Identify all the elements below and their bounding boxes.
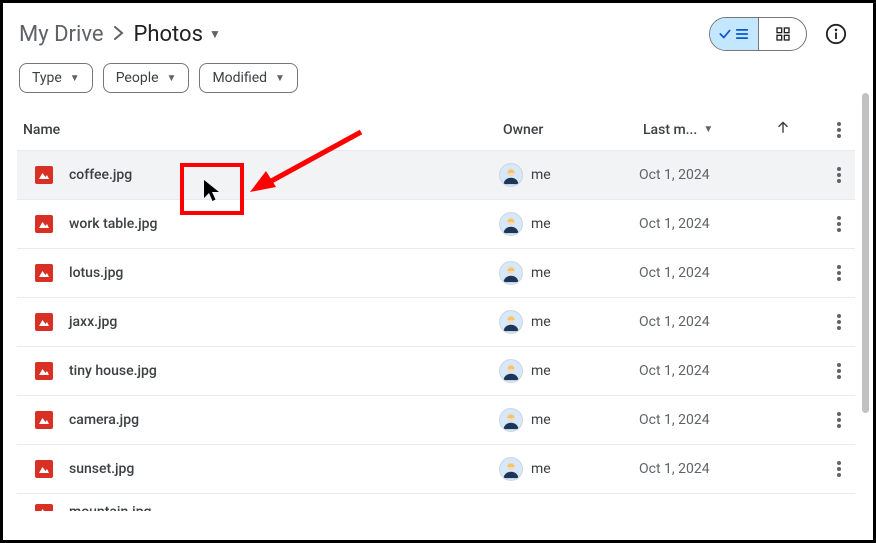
caret-down-icon: ▼: [70, 73, 80, 84]
file-name: lotus.jpg: [69, 265, 499, 281]
more-vert-icon: [837, 167, 841, 183]
column-header-owner[interactable]: Owner: [503, 122, 643, 138]
row-more-button[interactable]: [799, 363, 849, 379]
grid-icon: [775, 26, 791, 42]
image-file-icon: [35, 460, 53, 478]
file-owner: me: [531, 216, 551, 232]
chevron-right-icon: [114, 24, 124, 45]
breadcrumb-root[interactable]: My Drive: [19, 22, 104, 47]
file-modified: Oct 1, 2024: [639, 265, 799, 281]
image-file-icon: [35, 362, 53, 380]
filter-modified-label: Modified: [212, 70, 267, 86]
file-modified: Oct 1, 2024: [639, 216, 799, 232]
file-modified: Oct 1, 2024: [639, 461, 799, 477]
caret-down-icon: ▼: [167, 73, 177, 84]
image-file-icon: [35, 313, 53, 331]
caret-down-icon: ▼: [275, 73, 285, 84]
filter-people[interactable]: People ▼: [103, 63, 190, 93]
file-owner: me: [531, 363, 551, 379]
sort-direction[interactable]: [763, 119, 803, 140]
column-settings[interactable]: [803, 122, 849, 138]
file-owner: me: [531, 314, 551, 330]
arrow-up-icon: [776, 119, 790, 140]
avatar: [499, 359, 523, 383]
breadcrumb-current-label: Photos: [134, 22, 203, 47]
image-file-icon: [35, 411, 53, 429]
more-vert-icon: [837, 412, 841, 428]
caret-down-icon: ▼: [703, 124, 713, 135]
table-row[interactable]: mountain.jpg: [17, 493, 855, 511]
file-name: coffee.jpg: [69, 167, 499, 183]
breadcrumb-current[interactable]: Photos ▼: [134, 22, 221, 47]
table-row[interactable]: coffee.jpg me Oct 1, 2024: [17, 150, 855, 199]
file-owner: me: [531, 461, 551, 477]
check-icon: [718, 27, 732, 41]
image-file-icon: [35, 166, 53, 184]
avatar: [499, 408, 523, 432]
list-icon: [734, 27, 750, 41]
filter-modified[interactable]: Modified ▼: [199, 63, 298, 93]
more-vert-icon: [837, 122, 841, 138]
file-name: tiny house.jpg: [69, 363, 499, 379]
table-row[interactable]: lotus.jpg me Oct 1, 2024: [17, 248, 855, 297]
table-row[interactable]: work table.jpg me Oct 1, 2024: [17, 199, 855, 248]
file-name: jaxx.jpg: [69, 314, 499, 330]
more-vert-icon: [837, 363, 841, 379]
caret-down-icon: ▼: [209, 27, 221, 41]
column-header-name[interactable]: Name: [23, 122, 503, 138]
more-vert-icon: [837, 216, 841, 232]
scrollbar[interactable]: [862, 93, 869, 413]
more-vert-icon: [837, 461, 841, 477]
image-file-icon: [35, 264, 53, 282]
info-icon: [825, 23, 847, 45]
row-more-button[interactable]: [799, 265, 849, 281]
file-modified: Oct 1, 2024: [639, 363, 799, 379]
view-switch: [709, 17, 807, 51]
row-more-button[interactable]: [799, 461, 849, 477]
column-header-modified[interactable]: Last m... ▼: [643, 122, 763, 138]
breadcrumb: My Drive Photos ▼: [19, 22, 221, 47]
file-name: sunset.jpg: [69, 461, 499, 477]
file-modified: Oct 1, 2024: [639, 167, 799, 183]
grid-view-button[interactable]: [758, 18, 806, 50]
file-modified: Oct 1, 2024: [639, 314, 799, 330]
file-owner: me: [531, 167, 551, 183]
file-name: mountain.jpg: [69, 504, 152, 511]
avatar: [499, 310, 523, 334]
file-owner: me: [531, 412, 551, 428]
file-name: work table.jpg: [69, 216, 499, 232]
table-row[interactable]: tiny house.jpg me Oct 1, 2024: [17, 346, 855, 395]
filter-type[interactable]: Type ▼: [19, 63, 93, 93]
image-file-icon: [35, 504, 53, 511]
file-owner: me: [531, 265, 551, 281]
row-more-button[interactable]: [799, 167, 849, 183]
more-vert-icon: [837, 265, 841, 281]
table-row[interactable]: sunset.jpg me Oct 1, 2024: [17, 444, 855, 493]
table-row[interactable]: jaxx.jpg me Oct 1, 2024: [17, 297, 855, 346]
filter-type-label: Type: [32, 70, 62, 86]
file-name: camera.jpg: [69, 412, 499, 428]
row-more-button[interactable]: [799, 412, 849, 428]
list-view-button[interactable]: [710, 18, 758, 50]
info-button[interactable]: [819, 17, 853, 51]
image-file-icon: [35, 215, 53, 233]
more-vert-icon: [837, 314, 841, 330]
row-more-button[interactable]: [799, 216, 849, 232]
table-row[interactable]: camera.jpg me Oct 1, 2024: [17, 395, 855, 444]
file-modified: Oct 1, 2024: [639, 412, 799, 428]
filter-people-label: People: [116, 70, 159, 86]
avatar: [499, 261, 523, 285]
avatar: [499, 163, 523, 187]
avatar: [499, 212, 523, 236]
avatar: [499, 457, 523, 481]
row-more-button[interactable]: [799, 314, 849, 330]
